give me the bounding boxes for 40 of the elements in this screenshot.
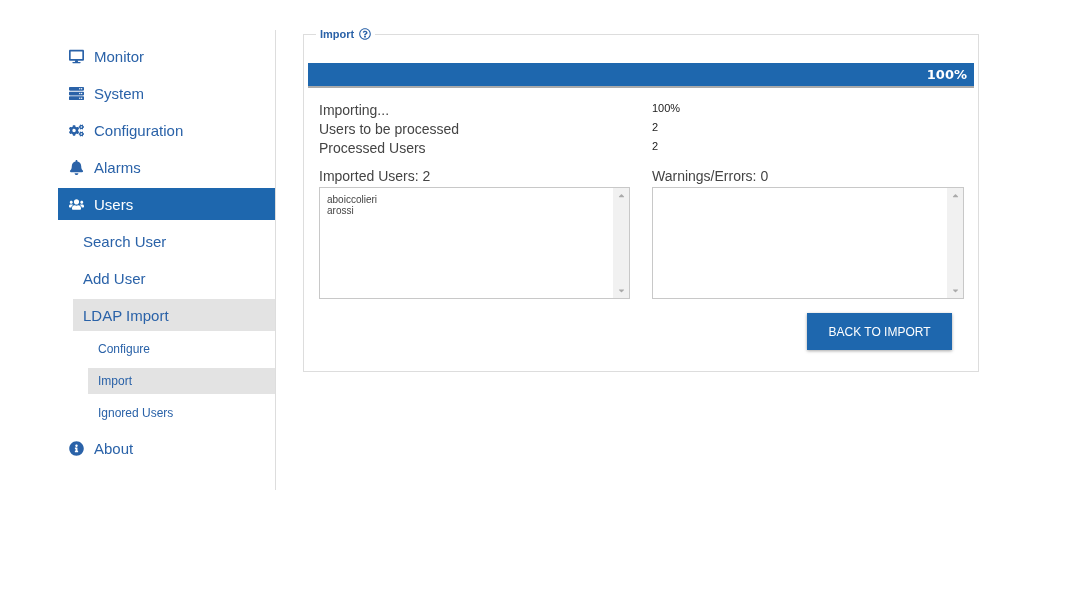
sidebar-item[interactable]: Monitor <box>58 40 275 72</box>
stat-value: 2 <box>652 140 660 154</box>
scrollbar[interactable] <box>947 188 963 298</box>
list-label: Imported Users: 2 <box>319 168 432 184</box>
stat-value: 100% <box>652 102 682 116</box>
sidebar-subitem[interactable]: LDAP Import <box>73 299 275 331</box>
sidebar-item[interactable]: Users <box>58 188 275 220</box>
list-box[interactable] <box>652 187 964 299</box>
scroll-down-icon[interactable] <box>616 286 626 295</box>
stat-label: Processed Users <box>319 140 427 156</box>
list-label: Warnings/Errors: 0 <box>652 168 770 184</box>
scroll-up-icon[interactable] <box>950 191 960 200</box>
sidebar-item[interactable]: System <box>58 77 275 109</box>
scrollbar[interactable] <box>613 188 629 298</box>
stat-label: Users to be processed <box>319 121 461 137</box>
monitor-icon <box>68 48 85 64</box>
back-to-import-button[interactable]: BACK TO IMPORT <box>807 313 952 350</box>
sidebar-subitem[interactable]: Configure <box>88 336 275 362</box>
panel-title: Import <box>320 28 355 40</box>
sidebar-item[interactable]: About <box>58 432 275 464</box>
server-icon <box>68 85 85 101</box>
users-icon <box>68 196 85 212</box>
stat-value: 2 <box>652 121 660 135</box>
scroll-down-icon[interactable] <box>950 286 960 295</box>
sidebar-subitem[interactable]: Add User <box>73 262 275 294</box>
stat-label: Importing... <box>319 102 391 118</box>
info-icon <box>68 440 85 456</box>
sidebar-item[interactable]: Alarms <box>58 151 275 183</box>
help-icon[interactable] <box>359 28 372 40</box>
sidebar-subitem[interactable]: Search User <box>73 225 275 257</box>
gears-icon <box>68 122 85 138</box>
list-box[interactable]: aboiccolieri arossi <box>319 187 630 299</box>
progress-reading: 100% <box>926 67 968 82</box>
list-line: arossi <box>327 205 355 216</box>
bell-icon <box>68 159 85 175</box>
scroll-up-icon[interactable] <box>616 191 626 200</box>
list-line: aboiccolieri <box>327 194 379 205</box>
sidebar-item[interactable]: Configuration <box>58 114 275 146</box>
sidebar-subitem[interactable]: Import <box>88 368 275 394</box>
sidebar-subitem[interactable]: Ignored Users <box>88 400 275 426</box>
